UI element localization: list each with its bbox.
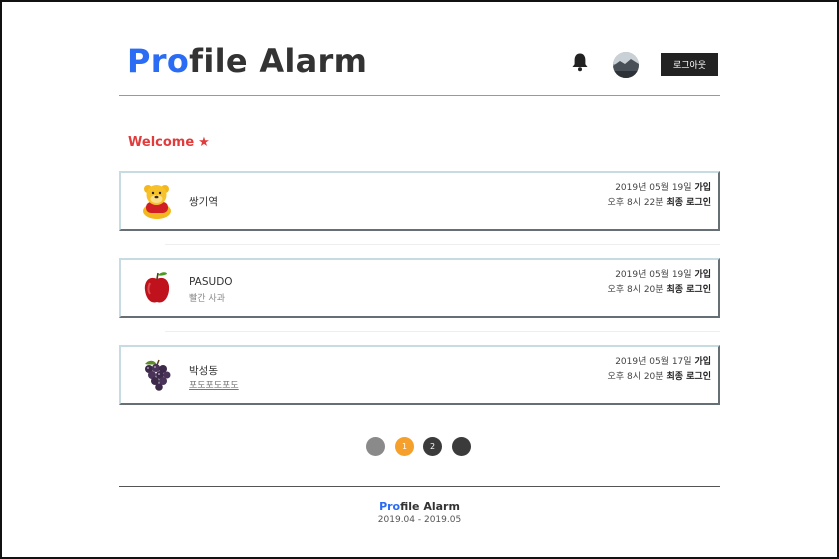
member-status: 포도포도포도	[189, 381, 239, 391]
last-login-label: 최종 로그인	[666, 372, 711, 382]
last-login-time: 오후 8시 20분	[607, 372, 664, 382]
pooh-bear-icon	[139, 182, 175, 220]
joined-label: 가입	[694, 270, 711, 280]
last-login-label: 최종 로그인	[666, 198, 711, 208]
member-meta: 2019년 05월 19일 가입 오후 8시 20분 최종 로그인	[608, 268, 711, 298]
member-name: 쌍기역	[189, 196, 218, 208]
joined-date: 2019년 05월 19일	[615, 270, 692, 280]
member-name: PASUDO	[189, 276, 233, 288]
member-card[interactable]: 박성동 포도포도포도 2019년 05월 17일 가입 오후 8시 20분 최종…	[119, 345, 720, 405]
member-card[interactable]: PASUDO 빨간 사과 2019년 05월 19일 가입 오후 8시 20분 …	[119, 258, 720, 318]
member-card[interactable]: 쌍기역 2019년 05월 19일 가입 오후 8시 22분 최종 로그인	[119, 171, 720, 231]
last-login-label: 최종 로그인	[666, 285, 711, 295]
page-next-button[interactable]	[452, 437, 471, 456]
page-button-1[interactable]: 1	[395, 437, 414, 456]
page-button-2[interactable]: 2	[423, 437, 442, 456]
page-frame: Profile Alarm 로그아웃 Welcome ★ 쌍기역 2019년 0…	[0, 0, 839, 559]
avatar[interactable]	[613, 52, 639, 78]
grapes-icon	[139, 356, 175, 394]
footer-date-range: 2019.04 - 2019.05	[377, 515, 462, 525]
logout-button[interactable]: 로그아웃	[661, 53, 718, 76]
bell-icon[interactable]	[571, 52, 589, 72]
logo-rest: file Alarm	[189, 42, 368, 80]
joined-date: 2019년 05월 19일	[615, 183, 692, 193]
footer-logo-accent: Pro	[379, 500, 401, 513]
member-meta: 2019년 05월 17일 가입 오후 8시 20분 최종 로그인	[608, 355, 711, 385]
last-login-time: 오후 8시 20분	[607, 285, 664, 295]
member-meta: 2019년 05월 19일 가입 오후 8시 22분 최종 로그인	[608, 181, 711, 211]
welcome-heading: Welcome ★	[128, 135, 210, 150]
page-prev-button[interactable]	[366, 437, 385, 456]
header: Profile Alarm 로그아웃	[119, 42, 720, 82]
welcome-text: Welcome	[128, 135, 195, 150]
last-login-time: 오후 8시 22분	[607, 198, 664, 208]
star-icon: ★	[198, 135, 210, 150]
footer-logo-rest: file Alarm	[400, 500, 460, 513]
card-divider	[165, 244, 720, 245]
apple-icon	[139, 269, 175, 307]
member-name: 박성동	[189, 365, 218, 377]
member-status: 빨간 사과	[189, 294, 225, 304]
joined-label: 가입	[694, 183, 711, 193]
header-divider	[119, 95, 720, 96]
card-divider	[165, 331, 720, 332]
joined-date: 2019년 05월 17일	[615, 357, 692, 367]
pagination: 1 2	[366, 437, 476, 457]
footer-divider	[119, 486, 720, 487]
joined-label: 가입	[694, 357, 711, 367]
site-logo[interactable]: Profile Alarm	[127, 42, 367, 80]
logo-accent: Pro	[127, 42, 190, 80]
footer-logo: Profile Alarm	[2, 500, 837, 513]
